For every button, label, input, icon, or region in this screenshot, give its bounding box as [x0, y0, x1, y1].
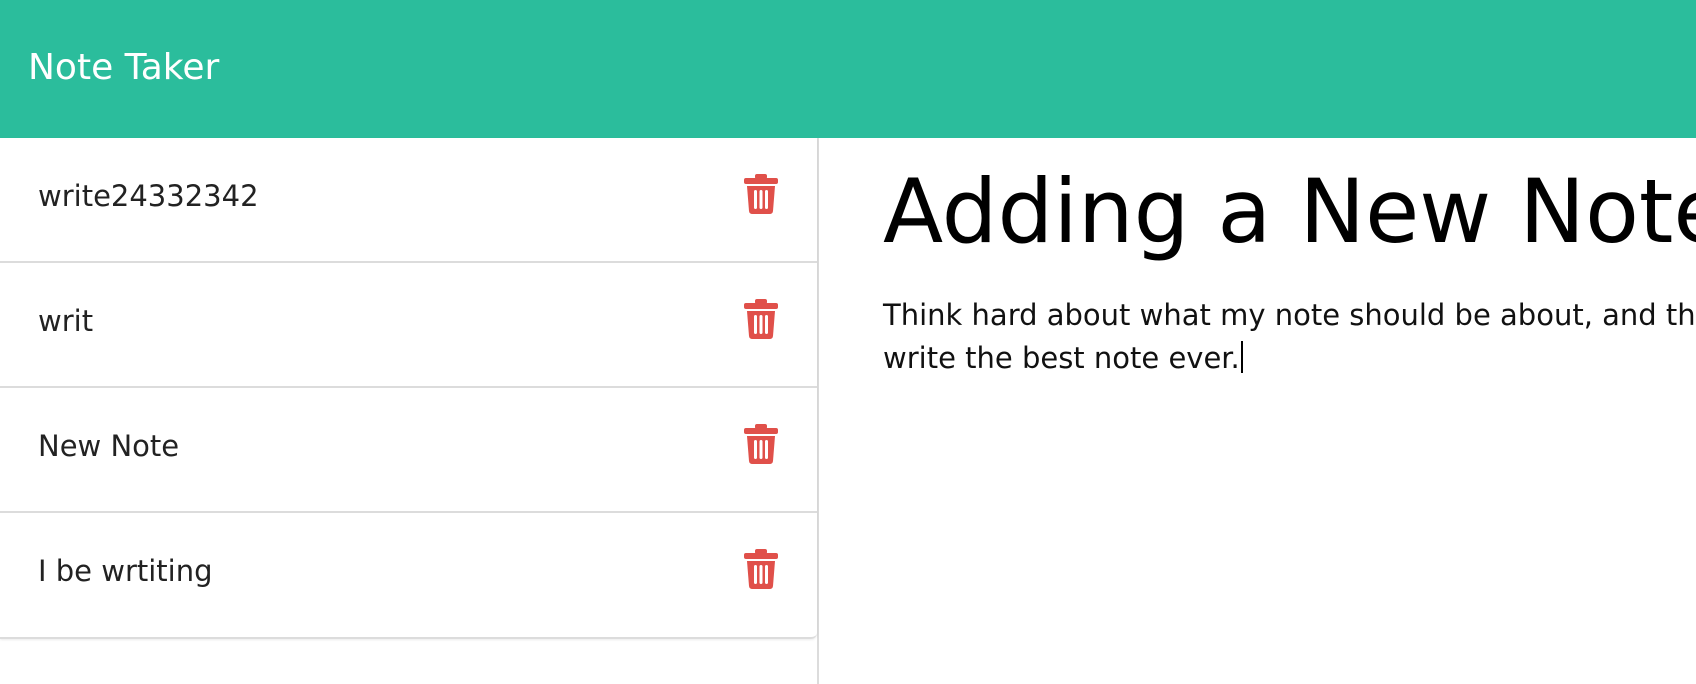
- app-brand[interactable]: Note Taker: [28, 44, 219, 92]
- note-title[interactable]: I be wrtiting: [38, 553, 213, 589]
- notes-sidebar: write24332342 writ New Note I be wrtitin…: [0, 138, 819, 684]
- note-body-text: Think hard about what my note should be …: [883, 298, 1696, 375]
- note-title[interactable]: writ: [38, 303, 93, 339]
- list-item[interactable]: writ: [0, 263, 817, 388]
- trash-icon[interactable]: [744, 174, 778, 214]
- trash-icon[interactable]: [744, 299, 778, 339]
- note-list: write24332342 writ New Note I be wrtitin…: [0, 138, 817, 639]
- trash-icon[interactable]: [744, 424, 778, 464]
- list-item[interactable]: I be wrtiting: [0, 513, 817, 637]
- note-title[interactable]: New Note: [38, 428, 179, 464]
- navbar: Note Taker: [0, 0, 1696, 138]
- note-title[interactable]: write24332342: [38, 178, 259, 214]
- list-item[interactable]: write24332342: [0, 138, 817, 263]
- note-textarea[interactable]: Think hard about what my note should be …: [883, 294, 1696, 380]
- list-item[interactable]: New Note: [0, 388, 817, 513]
- text-cursor: [1240, 341, 1243, 373]
- trash-icon[interactable]: [744, 549, 778, 589]
- note-title-input[interactable]: Adding a New Note: [883, 158, 1696, 266]
- note-editor: Adding a New Note Think hard about what …: [819, 138, 1696, 684]
